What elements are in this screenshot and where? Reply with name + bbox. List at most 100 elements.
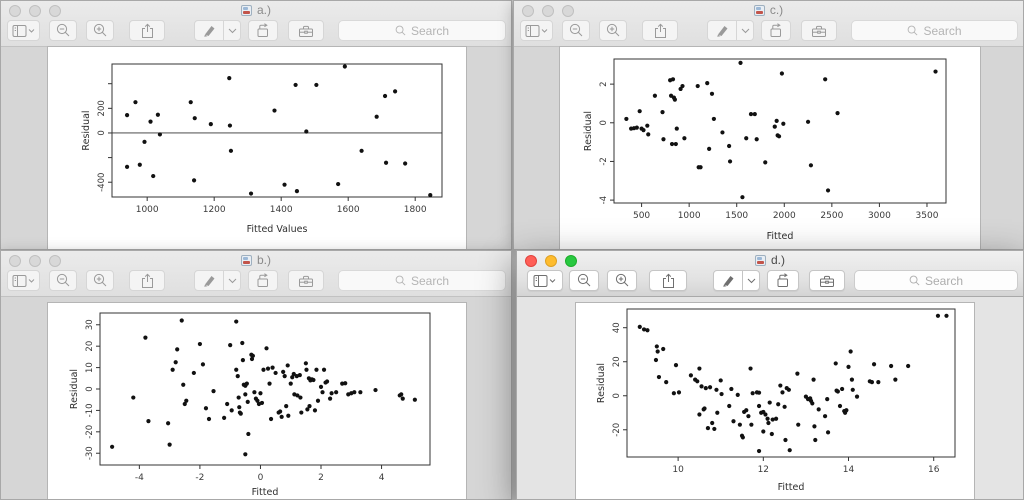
chevron-down-icon	[228, 278, 236, 283]
svg-text:0: 0	[599, 120, 609, 125]
search-field[interactable]: Search	[338, 20, 506, 41]
search-field[interactable]: Search	[851, 20, 1018, 41]
document-icon	[240, 4, 252, 16]
titlebar[interactable]: a.)	[1, 1, 511, 18]
window-title-text: d.)	[770, 253, 785, 267]
zoom-out-button[interactable]	[562, 20, 590, 41]
markup-pen-icon	[716, 26, 727, 37]
markup-dropdown-button[interactable]	[224, 270, 241, 291]
search-field[interactable]: Search	[854, 270, 1018, 291]
document-page: 10 12 14 16 -20 0 20 40 Fitted Residual	[575, 302, 975, 499]
window-c: c.) Search 500 1000 1500 2000 2500 3000 …	[513, 0, 1024, 250]
window-d: d.) Search 10 12 14 16 -20 0 20 40 Fitte…	[516, 250, 1024, 500]
window-chrome: c.) Search	[514, 1, 1023, 47]
svg-text:40: 40	[612, 322, 622, 333]
svg-text:10: 10	[85, 362, 95, 373]
zoom-in-button[interactable]	[607, 270, 637, 291]
svg-text:Fitted: Fitted	[252, 487, 279, 498]
zoom-out-button[interactable]	[569, 270, 599, 291]
window-chrome: d.) Search	[517, 251, 1023, 297]
markup-dropdown-button[interactable]	[737, 20, 754, 41]
toolbox-button[interactable]	[801, 20, 837, 41]
svg-text:1000: 1000	[136, 205, 159, 215]
share-button[interactable]	[649, 270, 687, 291]
svg-text:2000: 2000	[773, 211, 796, 221]
svg-text:0: 0	[97, 130, 107, 135]
zoom-out-button[interactable]	[49, 20, 77, 41]
search-placeholder: Search	[410, 273, 450, 288]
rotate-button[interactable]	[248, 20, 278, 41]
sidebar-icon	[533, 274, 556, 287]
sidebar-toggle-button[interactable]	[520, 20, 553, 41]
share-icon	[141, 273, 153, 288]
svg-text:-2: -2	[599, 157, 609, 165]
sidebar-icon	[12, 274, 34, 287]
zoom-in-icon	[93, 273, 106, 287]
markup-dropdown-button[interactable]	[224, 20, 241, 41]
chevron-down-icon	[549, 278, 556, 283]
svg-text:3000: 3000	[868, 211, 891, 221]
svg-text:1400: 1400	[270, 205, 293, 215]
svg-text:30: 30	[85, 319, 95, 330]
svg-text:-10: -10	[85, 403, 95, 417]
rotate-button[interactable]	[767, 270, 799, 291]
svg-text:2: 2	[318, 473, 324, 483]
sidebar-toggle-button[interactable]	[7, 270, 40, 291]
toolbox-icon	[299, 275, 313, 287]
scatter-plot-a: 1000 1200 1400 1600 1800 -400 0 200 Fitted Value…	[81, 63, 443, 235]
markup-button[interactable]	[194, 270, 224, 291]
rotate-icon	[257, 23, 268, 37]
svg-text:200: 200	[97, 100, 107, 116]
titlebar[interactable]: c.)	[514, 1, 1023, 18]
zoom-in-button[interactable]	[86, 270, 114, 291]
sidebar-toggle-button[interactable]	[527, 270, 563, 291]
sidebar-icon	[12, 24, 34, 37]
rotate-icon	[257, 273, 268, 287]
toolbox-button[interactable]	[809, 270, 845, 291]
share-button[interactable]	[129, 20, 165, 41]
svg-text:0: 0	[612, 393, 622, 398]
titlebar[interactable]: d.)	[517, 251, 1023, 268]
zoom-out-button[interactable]	[49, 270, 77, 291]
window-title: a.)	[1, 3, 511, 17]
content-area: 500 1000 1500 2000 2500 3000 3500 -4 -2 0 2 Fitted R…	[514, 46, 1023, 249]
rotate-button[interactable]	[248, 270, 278, 291]
titlebar[interactable]: b.)	[1, 251, 511, 268]
document-icon	[240, 254, 252, 266]
share-button[interactable]	[129, 270, 165, 291]
sidebar-icon	[525, 24, 547, 37]
chevron-down-icon	[28, 28, 34, 33]
zoom-in-icon	[606, 23, 619, 37]
sidebar-toggle-button[interactable]	[7, 20, 40, 41]
markup-button[interactable]	[713, 270, 743, 291]
zoom-in-icon	[93, 23, 106, 37]
search-icon	[908, 25, 918, 36]
zoom-in-button[interactable]	[86, 20, 114, 41]
zoom-in-button[interactable]	[599, 20, 627, 41]
rotate-icon	[770, 23, 781, 37]
toolbar: Search	[517, 268, 1023, 295]
zoom-in-icon	[615, 273, 628, 287]
toolbox-button[interactable]	[288, 270, 324, 291]
toolbox-button[interactable]	[288, 20, 324, 41]
search-placeholder: Search	[410, 23, 450, 38]
svg-text:-4: -4	[135, 473, 144, 483]
scatter-plot-c: 500 1000 1500 2000 2500 3000 3500 -4 -2 0 2 Fitted R…	[583, 58, 947, 242]
scatter-plot-d: 10 12 14 16 -20 0 20 40 Fitted Residual	[596, 308, 956, 493]
zoom-out-icon	[56, 23, 69, 37]
markup-button[interactable]	[707, 20, 737, 41]
toolbox-icon	[812, 25, 826, 37]
scatter-plot-b: -4 -2 0 2 4-30-20-100102030FittedResidual	[69, 312, 431, 498]
share-button[interactable]	[642, 20, 678, 41]
search-icon	[395, 25, 406, 36]
markup-dropdown-button[interactable]	[743, 270, 760, 291]
markup-button[interactable]	[194, 20, 224, 41]
svg-text:-20: -20	[85, 425, 95, 439]
toolbox-icon	[299, 25, 313, 37]
document-page: 500 1000 1500 2000 2500 3000 3500 -4 -2 0 2 Fitted R…	[559, 46, 981, 249]
search-field[interactable]: Search	[338, 270, 506, 291]
search-placeholder: Search	[924, 273, 964, 288]
search-icon	[909, 275, 920, 286]
window-title: c.)	[514, 3, 1023, 17]
rotate-button[interactable]	[761, 20, 791, 41]
